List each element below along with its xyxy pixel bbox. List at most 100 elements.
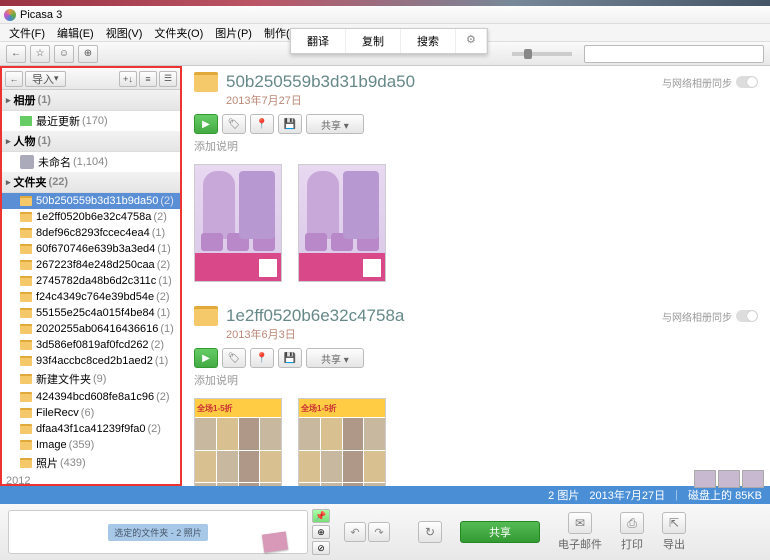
- tree-year: 2012: [2, 473, 180, 484]
- menu-view[interactable]: 视图(V): [101, 24, 148, 42]
- folder-tree[interactable]: 相册 (1) 最近更新 (170) 人物 (1) 未命名 (1,104) 文件夹…: [2, 90, 180, 484]
- tree-folder-item[interactable]: 新建文件夹 (9): [2, 369, 180, 389]
- tree-folder-item[interactable]: 267223f84e248d250caa (2): [2, 257, 180, 273]
- rotate-right-button[interactable]: ↷: [368, 522, 390, 542]
- tree-folder-item[interactable]: 8def96c8293fccec4ea4 (1): [2, 225, 180, 241]
- side-up-button[interactable]: +↓: [119, 71, 137, 87]
- thumbnail[interactable]: 全场1-5折: [194, 398, 282, 486]
- play-button[interactable]: ▶: [194, 114, 218, 134]
- folder-icon: [20, 392, 32, 402]
- tree-section-people[interactable]: 人物 (1): [2, 131, 180, 152]
- play-button[interactable]: ▶: [194, 348, 218, 368]
- tree-folder-item[interactable]: f24c4349c764e39bd54e (2): [2, 289, 180, 305]
- tree-folder-item[interactable]: 照片 (439): [2, 453, 180, 473]
- folder-icon: [20, 228, 32, 238]
- print-action[interactable]: ⎙打印: [620, 512, 644, 552]
- tree-folder-item[interactable]: dfaa43f1ca41239f9fa0 (2): [2, 421, 180, 437]
- side-back-button[interactable]: ←: [5, 71, 23, 87]
- geo-button[interactable]: 📍: [250, 114, 274, 134]
- tree-folder-item[interactable]: 424394bcd608fe8a1c96 (2): [2, 389, 180, 405]
- email-icon: ✉: [568, 512, 592, 534]
- corner-thumbs: [694, 470, 764, 488]
- thumbnail[interactable]: [194, 164, 282, 282]
- disk-button[interactable]: 💾: [278, 348, 302, 368]
- search-input[interactable]: [584, 45, 764, 63]
- zoom-slider[interactable]: [512, 52, 572, 56]
- view-flat-button[interactable]: ≡: [139, 71, 157, 87]
- thumbnail-row: 全场1-5折全场1-5折: [194, 394, 758, 486]
- photo-tray[interactable]: 选定的文件夹 - 2 照片: [8, 510, 308, 554]
- menu-file[interactable]: 文件(F): [4, 24, 50, 42]
- album-share-button[interactable]: 共享 ▾: [306, 348, 364, 368]
- geo-button[interactable]: 📍: [250, 348, 274, 368]
- disk-button[interactable]: 💾: [278, 114, 302, 134]
- tree-item-unnamed[interactable]: 未命名 (1,104): [2, 152, 180, 172]
- album-share-button[interactable]: 共享 ▾: [306, 114, 364, 134]
- sync-action[interactable]: ↻: [418, 521, 442, 543]
- tree-folder-item[interactable]: 60f670746e639b3a3ed4 (1): [2, 241, 180, 257]
- tree-folder-item[interactable]: 55155e25c4a015f4be84 (1): [2, 305, 180, 321]
- status-count: 2 图片: [548, 487, 579, 503]
- folder-icon: [20, 260, 32, 270]
- sync-icon: ↻: [418, 521, 442, 543]
- folder-icon: [194, 306, 218, 326]
- print-icon: ⎙: [620, 512, 644, 534]
- tree-folder-item[interactable]: 2020255ab06416436616 (1): [2, 321, 180, 337]
- tree-folder-item[interactable]: 2745782da48b6d2c311c (1): [2, 273, 180, 289]
- folder-icon: [20, 424, 32, 434]
- export-action[interactable]: ⇱导出: [662, 512, 686, 552]
- thumbnail[interactable]: 全场1-5折: [298, 398, 386, 486]
- tree-folder-item[interactable]: 93f4accbc8ced2b1aed2 (1): [2, 353, 180, 369]
- menu-edit[interactable]: 编辑(E): [52, 24, 99, 42]
- folder-icon: [20, 244, 32, 254]
- tray-pin-button[interactable]: 📌: [312, 509, 330, 523]
- sync-toggle[interactable]: [736, 76, 758, 88]
- tree-folder-item[interactable]: Image (359): [2, 437, 180, 453]
- tree-section-albums[interactable]: 相册 (1): [2, 90, 180, 111]
- tag-button[interactable]: 🏷: [222, 114, 246, 134]
- folder-icon: [20, 374, 32, 384]
- tree-section-folders[interactable]: 文件夹 (22): [2, 172, 180, 193]
- email-action[interactable]: ✉电子邮件: [558, 512, 602, 552]
- share-action[interactable]: 共享: [460, 521, 540, 543]
- tag-button[interactable]: 🏷: [222, 348, 246, 368]
- album-date: 2013年7月27日: [226, 92, 758, 108]
- folder-icon: [20, 292, 32, 302]
- statusbar: 2 图片 2013年7月27日 | 磁盘上的 85KB: [0, 486, 770, 504]
- album-date: 2013年6月3日: [226, 326, 758, 342]
- folder-icon: [20, 440, 32, 450]
- filter-geo-button[interactable]: ⊕: [78, 45, 98, 63]
- thumbnail[interactable]: [298, 164, 386, 282]
- sync-toggle[interactable]: [736, 310, 758, 322]
- rotate-left-button[interactable]: ↶: [344, 522, 366, 542]
- tray-clear-button[interactable]: ⊘: [312, 541, 330, 555]
- thumbnail-row: [194, 160, 758, 294]
- share-button-icon: 共享: [460, 521, 540, 543]
- filter-face-button[interactable]: ☺: [54, 45, 74, 63]
- main-content[interactable]: 50b250559b3d31b9da50与网络相册同步2013年7月27日▶🏷📍…: [182, 66, 770, 486]
- import-button[interactable]: 导入 ▾: [25, 71, 66, 87]
- album-section: 1e2ff0520b6e32c4758a 与网络相册同步 2013年6月3日 ▶🏷📍💾…: [182, 300, 770, 486]
- overlay-translate[interactable]: 翻译: [291, 29, 346, 53]
- status-disk: 磁盘上的 85KB: [688, 487, 762, 503]
- gear-icon[interactable]: ⚙: [456, 29, 487, 53]
- album-caption[interactable]: 添加说明: [194, 138, 758, 154]
- view-tree-button[interactable]: ☰: [159, 71, 177, 87]
- overlay-copy[interactable]: 复制: [346, 29, 401, 53]
- tree-item-recent[interactable]: 最近更新 (170): [2, 111, 180, 131]
- tray-add-button[interactable]: ⊕: [312, 525, 330, 539]
- tree-folder-item[interactable]: 50b250559b3d31b9da50 (2): [2, 193, 180, 209]
- overlay-search[interactable]: 搜索: [401, 29, 456, 53]
- menu-picture[interactable]: 图片(P): [210, 24, 257, 42]
- person-icon: [20, 155, 34, 169]
- sync-label: 与网络相册同步: [662, 309, 758, 324]
- album-title: 1e2ff0520b6e32c4758a: [226, 306, 404, 326]
- back-button[interactable]: ←: [6, 45, 26, 63]
- album-caption[interactable]: 添加说明: [194, 372, 758, 388]
- tree-folder-item[interactable]: FileRecv (6): [2, 405, 180, 421]
- menu-folder[interactable]: 文件夹(O): [149, 24, 208, 42]
- folder-icon: [194, 72, 218, 92]
- tree-folder-item[interactable]: 3d586ef0819af0fcd262 (2): [2, 337, 180, 353]
- tree-folder-item[interactable]: 1e2ff0520b6e32c4758a (2): [2, 209, 180, 225]
- filter-star-button[interactable]: ☆: [30, 45, 50, 63]
